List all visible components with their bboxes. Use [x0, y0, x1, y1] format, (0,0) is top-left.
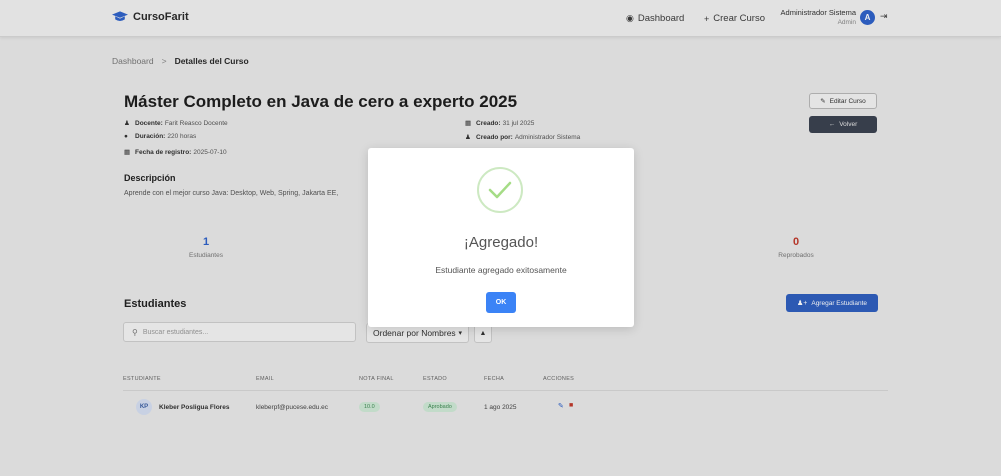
dialog-message: Estudiante agregado exitosamente — [435, 265, 567, 275]
success-dialog: ¡Agregado! Estudiante agregado exitosame… — [368, 148, 634, 327]
ok-button[interactable]: OK — [486, 292, 516, 313]
dialog-title: ¡Agregado! — [463, 234, 539, 251]
success-check-icon — [477, 167, 523, 213]
